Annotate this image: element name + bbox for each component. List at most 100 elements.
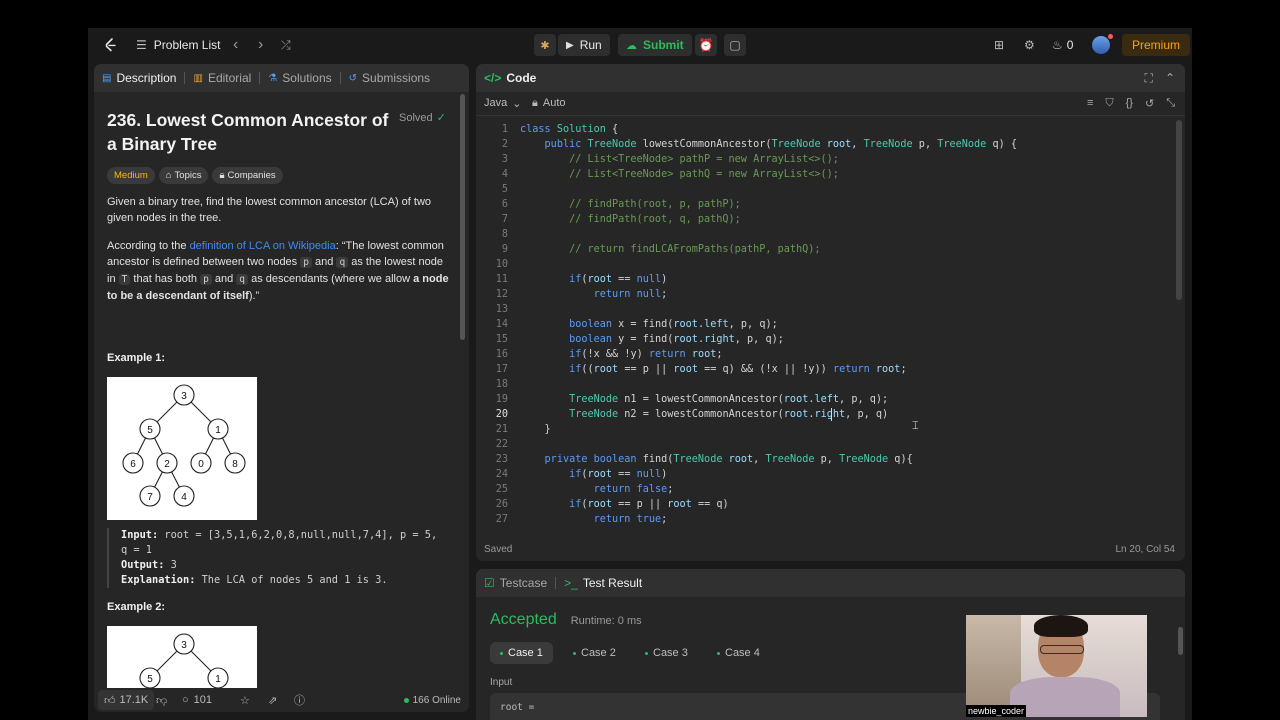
collapse-icon[interactable]: ⌃	[1165, 71, 1175, 86]
para1-line1: Given a binary tree, find the lowest com…	[107, 196, 432, 208]
alarm-icon[interactable]: ⏰	[695, 34, 717, 56]
code-line: 4 // List<TreeNode> pathQ = new ArrayLis…	[476, 167, 1166, 182]
case-tab-4[interactable]: Case 4	[707, 642, 770, 664]
line-number: 4	[501, 169, 508, 180]
code-text: boolean y = find(root.right, p, q);	[569, 334, 784, 345]
streak-counter[interactable]: ♨ 0	[1052, 28, 1073, 62]
line-number: 18	[495, 379, 508, 390]
code-line: 20 TreeNode n2 = lowestCommonAncestor(ro…	[476, 407, 1166, 422]
editor-scrollbar[interactable]	[1176, 120, 1182, 300]
tab-description-label: Description	[116, 71, 177, 85]
code-title-label: Code	[506, 71, 537, 85]
runtime-label: Runtime: 0 ms	[570, 615, 642, 627]
problem-list-button[interactable]: ☰ Problem List	[136, 28, 220, 62]
check-circle-icon: ✓	[436, 112, 446, 124]
braces-icon[interactable]: {}	[1126, 97, 1133, 110]
line-number: 17	[495, 364, 508, 375]
pass-dot	[645, 651, 648, 655]
code-editor[interactable]: 1 class Solution {2 public TreeNode lowes…	[476, 120, 1166, 534]
code-line: 3 // List<TreeNode> pathP = new ArrayLis…	[476, 152, 1166, 167]
tab-testcase[interactable]: ☑ Testcase	[476, 569, 555, 597]
line-number: 7	[501, 214, 508, 225]
webcam-glasses	[1040, 645, 1084, 654]
code-line: 14 boolean x = find(root.left, p, q);	[476, 317, 1166, 332]
difficulty-label: Medium	[114, 170, 148, 181]
tree-node: 1	[215, 425, 221, 436]
inline-code-p: p	[200, 274, 212, 285]
online-dot	[403, 697, 409, 703]
prev-problem-icon[interactable]: ‹	[233, 28, 238, 62]
auto-mode-toggle[interactable]: 🔒︎ Auto	[532, 97, 566, 110]
topics-button[interactable]: ⌂ Topics	[158, 167, 209, 184]
share-icon[interactable]: ⇗	[268, 694, 277, 707]
line-number: 14	[495, 319, 508, 330]
gear-icon[interactable]: ⚙	[1024, 28, 1035, 62]
shuffle-icon[interactable]: ⤮	[281, 28, 291, 62]
companies-button[interactable]: 🔒︎ Companies	[212, 167, 283, 184]
code-line: 7 // findPath(root, q, pathQ);	[476, 212, 1166, 227]
line-number: 1	[501, 124, 508, 135]
code-line: 5	[476, 182, 1166, 197]
terminal-icon: >_	[564, 576, 578, 590]
help-icon[interactable]: ⓘ	[294, 692, 305, 708]
layout-icon[interactable]: ⊞	[994, 28, 1004, 62]
reset-icon[interactable]: ↺	[1145, 97, 1154, 110]
format-icon[interactable]: ≡	[1087, 97, 1093, 110]
run-button[interactable]: ▶ Run	[558, 34, 610, 56]
tab-editorial[interactable]: ▥ Editorial	[185, 64, 259, 92]
tab-description[interactable]: ▤ Description	[94, 64, 184, 92]
tab-solutions[interactable]: ⚗ Solutions	[260, 64, 339, 92]
code-line: 16 if(!x && !y) return root;	[476, 347, 1166, 362]
example-1-tree-image: 3 5 1 6 2 0 8 7 4	[107, 377, 257, 520]
premium-label: Premium	[1132, 38, 1181, 52]
para2-text: : “The lowest common	[335, 240, 444, 252]
code-line: 6 // findPath(root, p, pathP);	[476, 197, 1166, 212]
code-text: return false;	[593, 484, 674, 495]
wikipedia-link[interactable]: definition of LCA on Wikipedia	[190, 240, 336, 252]
description-footer: 👍︎ 17.1K 👎︎ ○ 101 ☆ ⇗ ⓘ 166 Online	[94, 688, 469, 712]
tab-test-result[interactable]: >_ Test Result	[556, 569, 650, 597]
verdict-label: Accepted	[490, 611, 557, 628]
line-number: 8	[501, 229, 508, 240]
avatar[interactable]	[1092, 28, 1113, 62]
example-2-label: Example 2:	[107, 601, 166, 613]
input-section-label: Input	[490, 677, 513, 688]
bookmark-icon[interactable]: ⛉	[1105, 97, 1113, 110]
submit-button[interactable]: ☁ Submit	[618, 34, 692, 56]
webcam-hair	[1034, 615, 1088, 637]
tab-test-result-label: Test Result	[582, 576, 643, 590]
premium-button[interactable]: Premium	[1122, 34, 1191, 56]
code-text: private boolean find(TreeNode root, Tree…	[544, 454, 913, 465]
debug-button[interactable]: ✱	[534, 28, 556, 62]
case-tab-1[interactable]: Case 1	[490, 642, 553, 664]
thumbs-down-icon[interactable]: 👎︎	[156, 694, 167, 707]
leetcode-app: ☰ Problem List ‹ › ⤮ ✱ ▶ Run ☁ Submit ⏰ …	[88, 28, 1192, 720]
case-tab-2[interactable]: Case 2	[563, 642, 626, 664]
case-tab-3[interactable]: Case 3	[635, 642, 698, 664]
next-problem-icon[interactable]: ›	[258, 28, 263, 62]
code-text: if(!x && !y) return root;	[569, 349, 723, 360]
note-icon[interactable]: ▢	[724, 34, 746, 56]
code-line: 23 private boolean find(TreeNode root, T…	[476, 452, 1166, 467]
star-icon[interactable]: ☆	[240, 694, 250, 707]
input-label: Input:	[121, 529, 159, 541]
like-button[interactable]: 👍︎ 17.1K	[98, 690, 155, 710]
para2-bold: to be a descendant of itself	[107, 290, 249, 302]
comments-button[interactable]: ○ 101	[182, 694, 212, 706]
leetcode-logo-icon[interactable]	[102, 28, 118, 62]
code-line: 26 if(root == p || root == q)	[476, 497, 1166, 512]
line-number: 27	[495, 514, 508, 525]
problem-paragraph-1: Given a binary tree, find the lowest com…	[107, 194, 452, 226]
description-scrollbar[interactable]	[460, 94, 465, 340]
code-line: 21 }	[476, 422, 1166, 437]
result-scrollbar[interactable]	[1178, 627, 1183, 655]
tab-submissions[interactable]: ↺ Submissions	[341, 64, 438, 92]
code-text: // findPath(root, q, pathQ);	[520, 214, 741, 225]
language-select[interactable]: Java ⌄	[484, 97, 521, 110]
fullscreen-icon[interactable]: ⤡	[1166, 97, 1175, 110]
input-value-cont: q = 1	[121, 544, 152, 556]
code-line: 18	[476, 377, 1166, 392]
maximize-icon[interactable]: ⛶	[1145, 71, 1153, 86]
code-line: 27 return true;	[476, 512, 1166, 527]
code-text: return null;	[593, 289, 668, 300]
